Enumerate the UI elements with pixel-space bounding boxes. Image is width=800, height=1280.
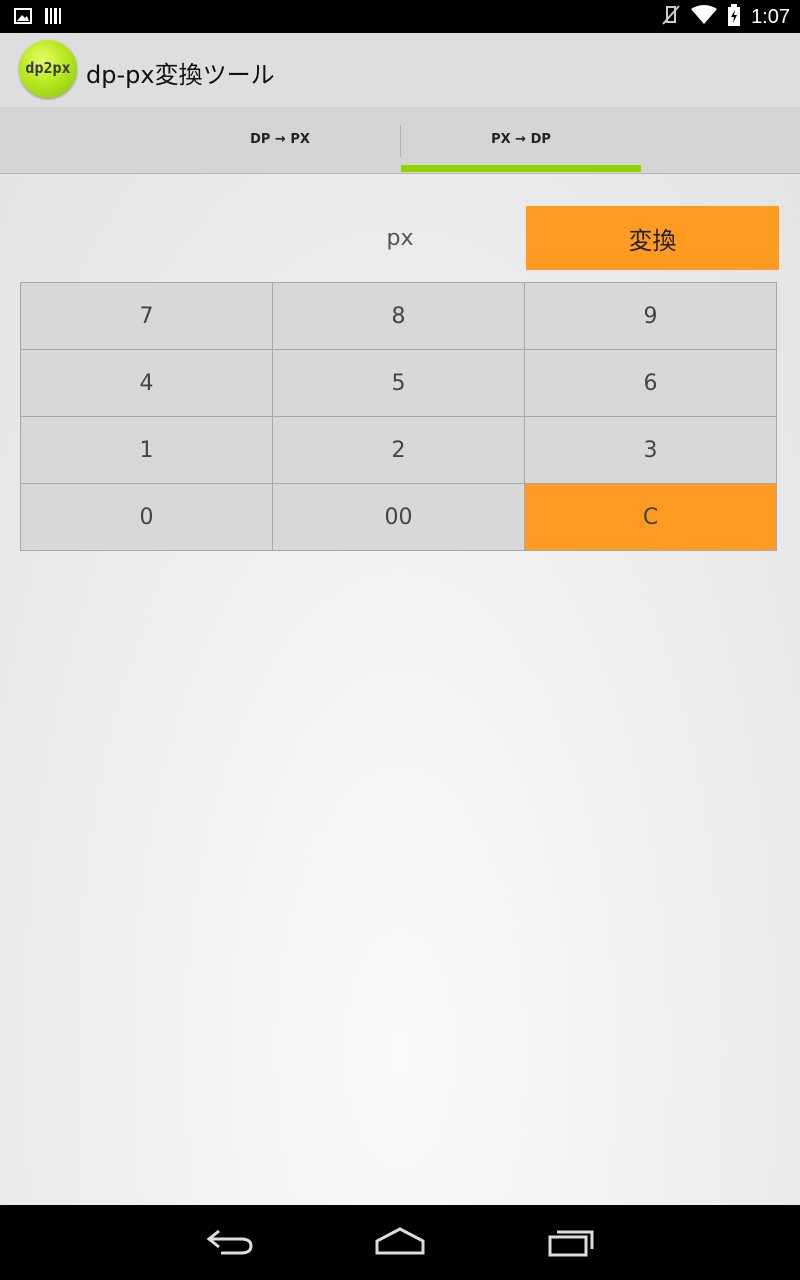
home-icon[interactable] bbox=[374, 1225, 426, 1261]
app-logo-text: dp2px bbox=[25, 59, 71, 77]
unit-label: px bbox=[386, 226, 414, 251]
tab-dp-to-px[interactable]: DP → PX bbox=[160, 107, 400, 173]
navigation-bar bbox=[0, 1205, 800, 1280]
clear-button[interactable]: C bbox=[524, 483, 777, 551]
back-icon[interactable] bbox=[205, 1225, 255, 1261]
key-7[interactable]: 7 bbox=[20, 282, 273, 350]
key-4[interactable]: 4 bbox=[20, 349, 273, 417]
tab-selected-indicator bbox=[401, 165, 641, 172]
tab-px-to-dp[interactable]: PX → DP bbox=[401, 107, 641, 173]
vibrate-off-icon bbox=[661, 4, 681, 30]
key-8[interactable]: 8 bbox=[272, 282, 525, 350]
app-title: dp-px変換ツール bbox=[86, 61, 275, 89]
tab-bar: DP → PX PX → DP bbox=[0, 107, 800, 174]
wifi-icon bbox=[691, 5, 718, 29]
convert-button[interactable]: 変換 bbox=[526, 206, 779, 270]
clock: 1:07 bbox=[751, 5, 790, 28]
status-bar: 1:07 bbox=[0, 0, 800, 33]
recent-apps-icon[interactable] bbox=[547, 1225, 597, 1261]
battery-icon bbox=[727, 4, 741, 30]
key-3[interactable]: 3 bbox=[524, 416, 777, 484]
converter-panel: px 変換 7 8 9 4 5 6 1 2 3 0 00 C bbox=[0, 174, 800, 1205]
key-0[interactable]: 0 bbox=[20, 483, 273, 551]
keypad: 7 8 9 4 5 6 1 2 3 0 00 C bbox=[20, 282, 777, 551]
key-2[interactable]: 2 bbox=[272, 416, 525, 484]
key-9[interactable]: 9 bbox=[524, 282, 777, 350]
key-1[interactable]: 1 bbox=[20, 416, 273, 484]
image-icon bbox=[14, 8, 32, 28]
app-logo[interactable]: dp2px bbox=[19, 40, 77, 98]
barcode-icon bbox=[44, 7, 62, 29]
key-6[interactable]: 6 bbox=[524, 349, 777, 417]
key-00[interactable]: 00 bbox=[272, 483, 525, 551]
key-5[interactable]: 5 bbox=[272, 349, 525, 417]
action-bar: dp2px dp-px変換ツール bbox=[0, 33, 800, 107]
